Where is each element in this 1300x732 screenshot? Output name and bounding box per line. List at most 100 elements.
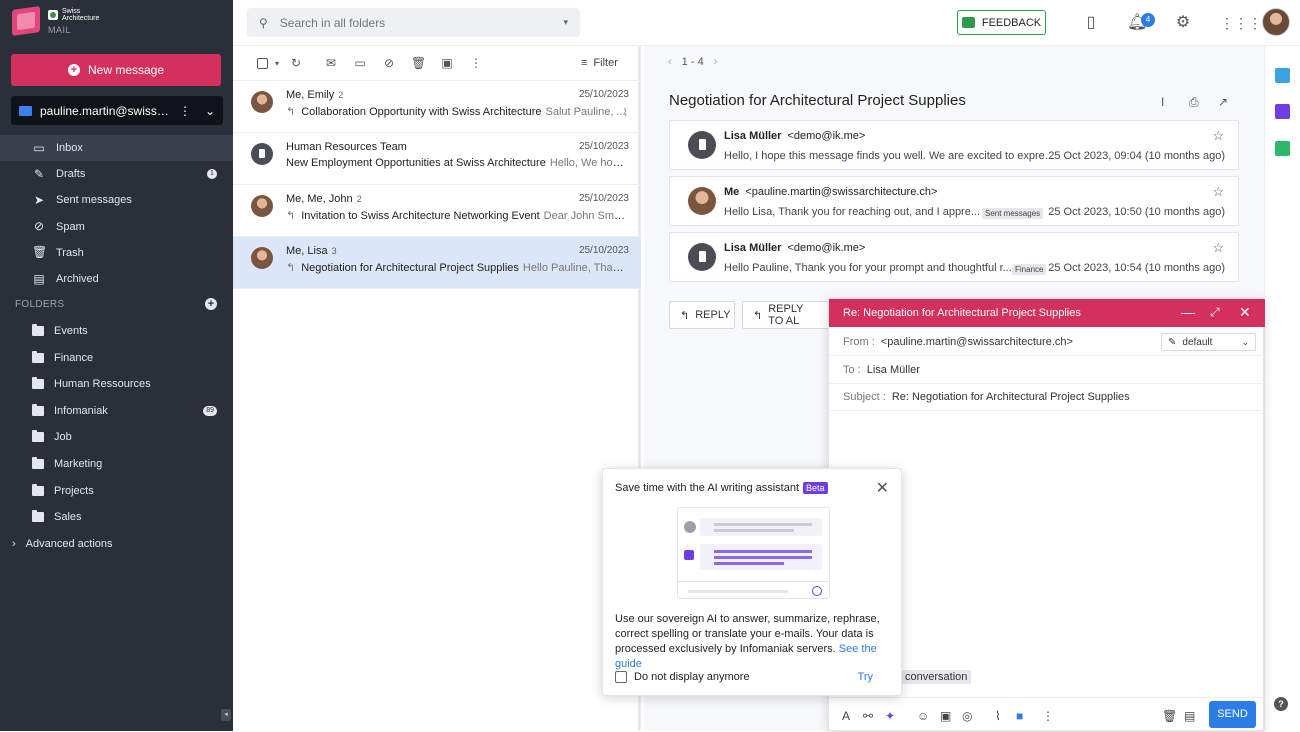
user-avatar[interactable]: [1262, 8, 1290, 36]
new-message-button[interactable]: + New message: [11, 54, 221, 86]
print-icon[interactable]: ⎙: [1189, 95, 1199, 110]
attachment-icon[interactable]: ⌇: [995, 709, 1001, 723]
search-input[interactable]: [279, 15, 552, 30]
link-icon[interactable]: ⚯: [863, 709, 873, 723]
reply-button[interactable]: ↰ REPLY: [669, 301, 735, 329]
move-folder-icon[interactable]: ▣: [440, 57, 454, 70]
sidebar-item-archived[interactable]: ▤ Archived: [0, 266, 233, 292]
sidebar-item-spam[interactable]: ⊘ Spam: [0, 214, 233, 240]
discard-icon[interactable]: 🗑︎: [1162, 709, 1177, 723]
mark-read-icon[interactable]: ✉: [324, 57, 338, 70]
conversation-chip[interactable]: conversation: [901, 670, 972, 684]
top-bar: ⚲ ▾ FEEDBACK ▯ 🔔︎ 4 ⚙ ⋮⋮⋮: [233, 0, 1300, 46]
checkbox-icon[interactable]: [615, 671, 627, 683]
calendar-app-icon[interactable]: [1275, 68, 1290, 83]
folder-infomaniak[interactable]: Infomaniak 89: [0, 398, 233, 424]
advanced-actions-label: Advanced actions: [25, 538, 113, 550]
chevron-down-icon[interactable]: ⌄: [205, 104, 215, 118]
sidebar-item-sent-messages[interactable]: ➤ Sent messages: [0, 187, 233, 213]
feedback-button[interactable]: FEEDBACK: [957, 10, 1046, 35]
search-bar[interactable]: ⚲ ▾: [247, 8, 580, 37]
star-icon[interactable]: ☆: [1212, 184, 1224, 200]
archive-icon[interactable]: ▭: [353, 57, 367, 70]
mail-list-item[interactable]: Me, Lisa 3 25/10/2023 ↰ Negotiation for Arch…: [233, 237, 641, 289]
account-more-icon[interactable]: ⋮: [179, 104, 191, 118]
subject-value[interactable]: Re: Negotiation for Architectural Projec…: [892, 391, 1130, 403]
save-draft-icon[interactable]: ▤: [1184, 709, 1195, 723]
trash-icon[interactable]: 🗑︎: [411, 57, 426, 70]
star-icon[interactable]: ☆: [1212, 240, 1224, 256]
filter-button[interactable]: ≡ Filter: [581, 57, 618, 69]
notes-app-icon[interactable]: [1275, 104, 1290, 119]
folder-marketing[interactable]: Marketing: [0, 451, 233, 477]
next-icon[interactable]: ›: [714, 56, 718, 68]
ai-assistant-icon[interactable]: ✦: [885, 709, 895, 723]
more-options-icon[interactable]: ⋮: [1042, 709, 1054, 723]
signature-select[interactable]: ✎ default ⌄: [1161, 333, 1256, 351]
expand-icon[interactable]: ⤢: [1210, 305, 1220, 320]
more-actions-icon[interactable]: ⋮: [469, 57, 483, 70]
open-external-icon[interactable]: ↗: [1218, 95, 1228, 109]
mail-subject: Negotiation for Architectural Project Su…: [301, 262, 519, 274]
emoji-icon[interactable]: ☺: [917, 709, 929, 723]
text-cursor-icon[interactable]: I: [1161, 95, 1164, 109]
select-all-checkbox[interactable]: [257, 58, 268, 69]
folder-projects[interactable]: Projects: [0, 478, 233, 504]
collapse-sidebar-icon[interactable]: ◂: [221, 709, 231, 721]
mail-date: 25/10/2023: [578, 245, 629, 256]
reply-all-button[interactable]: ↰ REPLY TO AL: [742, 301, 832, 329]
search-dropdown-icon[interactable]: ▾: [563, 17, 568, 28]
to-field[interactable]: To : Lisa Müller: [829, 357, 1265, 384]
account-selector[interactable]: pauline.martin@swissarchi... ⋮ ⌄: [11, 96, 223, 125]
prev-icon[interactable]: ‹: [668, 56, 672, 68]
filter-label: Filter: [593, 57, 618, 69]
folder-human-ressources[interactable]: Human Ressources: [0, 371, 233, 397]
kdrive-icon[interactable]: ◎: [962, 709, 972, 723]
to-value[interactable]: Lisa Müller: [867, 364, 920, 376]
dont-show-label: Do not display anymore: [634, 671, 750, 683]
folder-tag[interactable]: Finance: [1012, 264, 1047, 275]
advanced-actions[interactable]: › Advanced actions: [12, 538, 113, 550]
sidebar-item-drafts[interactable]: ✎ Drafts 1: [0, 161, 233, 187]
mobile-icon[interactable]: ▯: [1081, 13, 1101, 33]
help-icon[interactable]: ?: [1274, 697, 1288, 711]
mail-list-item[interactable]: Me, Me, John 2 25/10/2023 ↰ Invitation to Sw…: [233, 185, 641, 237]
sender-name: Lisa Müller: [724, 130, 782, 142]
folder-events[interactable]: Events: [0, 318, 233, 344]
gear-icon[interactable]: ⚙: [1173, 13, 1193, 33]
close-icon[interactable]: ✕: [1239, 304, 1251, 321]
select-dropdown-icon[interactable]: ▾: [270, 57, 284, 70]
encryption-icon[interactable]: ■: [1016, 709, 1023, 723]
tasks-app-icon[interactable]: [1275, 141, 1290, 156]
account-address: pauline.martin@swissarchi...: [40, 103, 171, 118]
app-logo[interactable]: Swiss Architecture MAIL: [12, 6, 99, 36]
message-card[interactable]: Lisa Müller <demo@ik.me> ☆ Hello, I hope th…: [669, 120, 1239, 170]
try-button[interactable]: Try: [858, 671, 873, 683]
spam-icon[interactable]: ⊘: [382, 57, 396, 70]
sidebar-item-trash[interactable]: 🗑︎ Trash: [0, 240, 233, 266]
folder-finance[interactable]: Finance: [0, 345, 233, 371]
apps-grid-icon[interactable]: ⋮⋮⋮: [1220, 13, 1262, 33]
sidebar-item-inbox[interactable]: ▭ Inbox: [0, 135, 233, 161]
star-icon[interactable]: ☆: [1212, 128, 1224, 144]
folder-job[interactable]: Job: [0, 424, 233, 450]
message-card[interactable]: Lisa Müller <demo@ik.me> ☆ Hello Pauline, T…: [669, 232, 1239, 282]
message-card[interactable]: Me <pauline.martin@swissarchitecture.ch> ☆…: [669, 176, 1239, 226]
dont-show-checkbox[interactable]: Do not display anymore: [615, 671, 750, 683]
text-format-icon[interactable]: A: [842, 709, 850, 723]
reply-icon: ↰: [680, 309, 690, 322]
folder-sales[interactable]: Sales: [0, 504, 233, 530]
insert-image-icon[interactable]: ▣: [940, 709, 951, 723]
folder-tag[interactable]: Sent messages: [982, 208, 1044, 219]
mail-list-item[interactable]: Human Resources Team 25/10/2023 New Employ…: [233, 133, 641, 185]
close-icon[interactable]: ✕: [876, 478, 889, 498]
refresh-icon[interactable]: ↻: [289, 57, 303, 70]
add-folder-icon[interactable]: +: [205, 298, 217, 310]
illus-line: [714, 523, 812, 526]
mail-logo-icon: [12, 6, 40, 36]
minimize-icon[interactable]: —: [1181, 304, 1195, 320]
mail-list-item[interactable]: Me, Emily 2 25/10/2023 ↰ Collaboration Oppor…: [233, 81, 641, 133]
subject-field[interactable]: Subject : Re: Negotiation for Architectu…: [829, 384, 1265, 411]
send-button[interactable]: SEND: [1209, 701, 1256, 728]
archive-icon: ▤: [33, 271, 45, 286]
